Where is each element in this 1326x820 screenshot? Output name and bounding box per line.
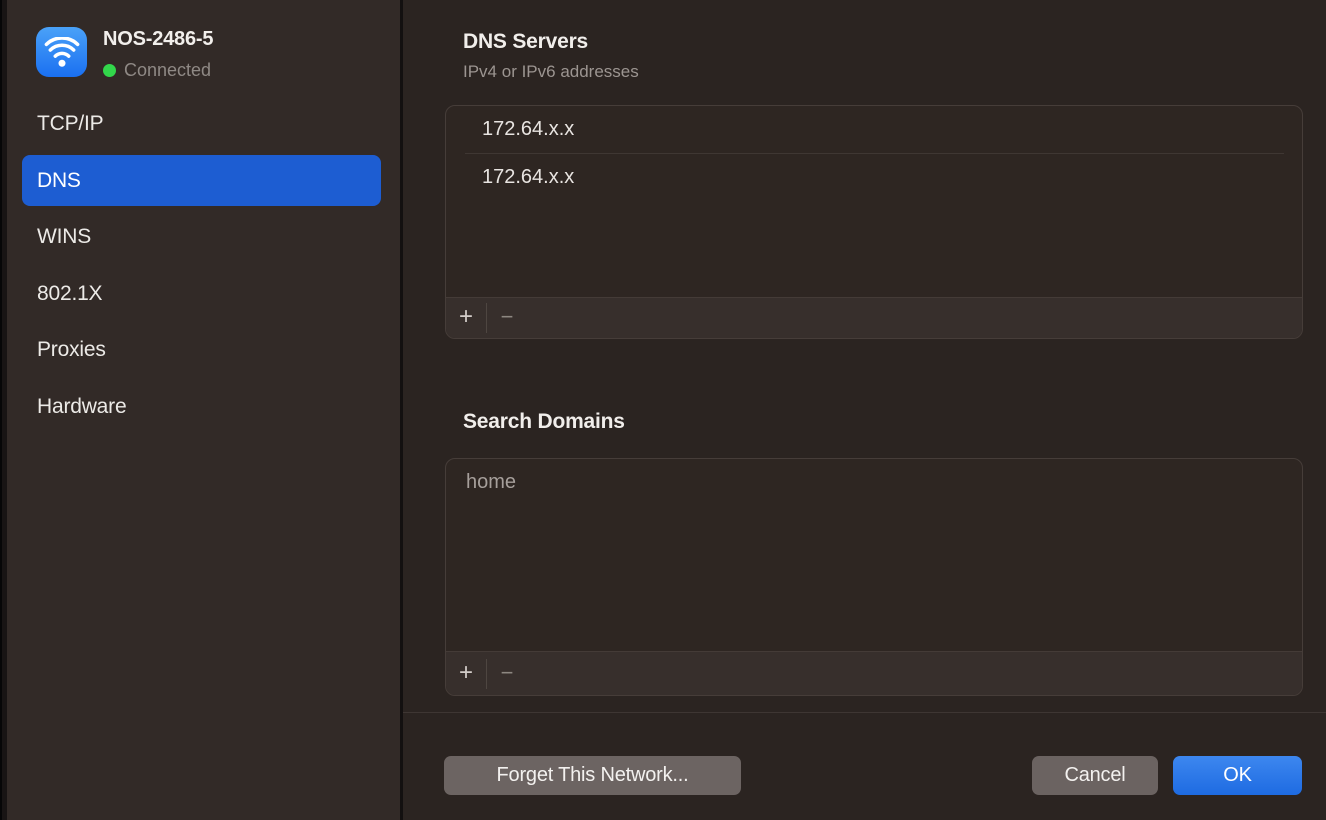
dns-server-row[interactable]: 172.64.x.x xyxy=(446,106,1302,153)
dns-pane: DNS Servers IPv4 or IPv6 addresses 172.6… xyxy=(403,0,1326,820)
sidebar-item-tcpip[interactable]: TCP/IP xyxy=(22,98,381,149)
sidebar: NOS-2486-5 Connected TCP/IP DNS WINS 802… xyxy=(7,0,400,820)
desktop-edge xyxy=(0,0,7,820)
search-domain-row[interactable]: home xyxy=(446,459,1302,506)
sidebar-item-wins[interactable]: WINS xyxy=(22,211,381,262)
connected-status-label: Connected xyxy=(124,60,211,81)
network-name: NOS-2486-5 xyxy=(103,28,213,51)
sidebar-item-8021x[interactable]: 802.1X xyxy=(22,268,381,319)
dns-server-row[interactable]: 172.64.x.x xyxy=(446,154,1302,201)
forget-network-button[interactable]: Forget This Network... xyxy=(444,756,741,795)
add-dns-server-button[interactable]: + xyxy=(446,305,486,331)
cancel-button[interactable]: Cancel xyxy=(1032,756,1158,795)
remove-dns-server-button[interactable]: − xyxy=(487,306,527,330)
remove-search-domain-button[interactable]: − xyxy=(487,662,527,686)
add-search-domain-button[interactable]: + xyxy=(446,661,486,687)
ok-button[interactable]: OK xyxy=(1173,756,1302,795)
footer-divider xyxy=(403,712,1326,713)
dns-servers-list: 172.64.x.x 172.64.x.x + − xyxy=(445,105,1303,339)
search-domains-controls: + − xyxy=(446,651,1302,695)
connected-dot-icon xyxy=(103,64,116,77)
wifi-icon xyxy=(36,27,87,77)
dns-servers-subtitle: IPv4 or IPv6 addresses xyxy=(463,62,639,82)
sidebar-item-dns[interactable]: DNS xyxy=(22,155,381,206)
search-domains-list: home + − xyxy=(445,458,1303,696)
connection-status: Connected xyxy=(103,60,211,81)
network-details-sheet: NOS-2486-5 Connected TCP/IP DNS WINS 802… xyxy=(0,0,1326,820)
sidebar-item-hardware[interactable]: Hardware xyxy=(22,381,381,432)
dns-servers-title: DNS Servers xyxy=(463,30,588,54)
dns-list-controls: + − xyxy=(446,297,1302,338)
search-domains-title: Search Domains xyxy=(463,410,625,434)
sidebar-item-proxies[interactable]: Proxies xyxy=(22,324,381,375)
